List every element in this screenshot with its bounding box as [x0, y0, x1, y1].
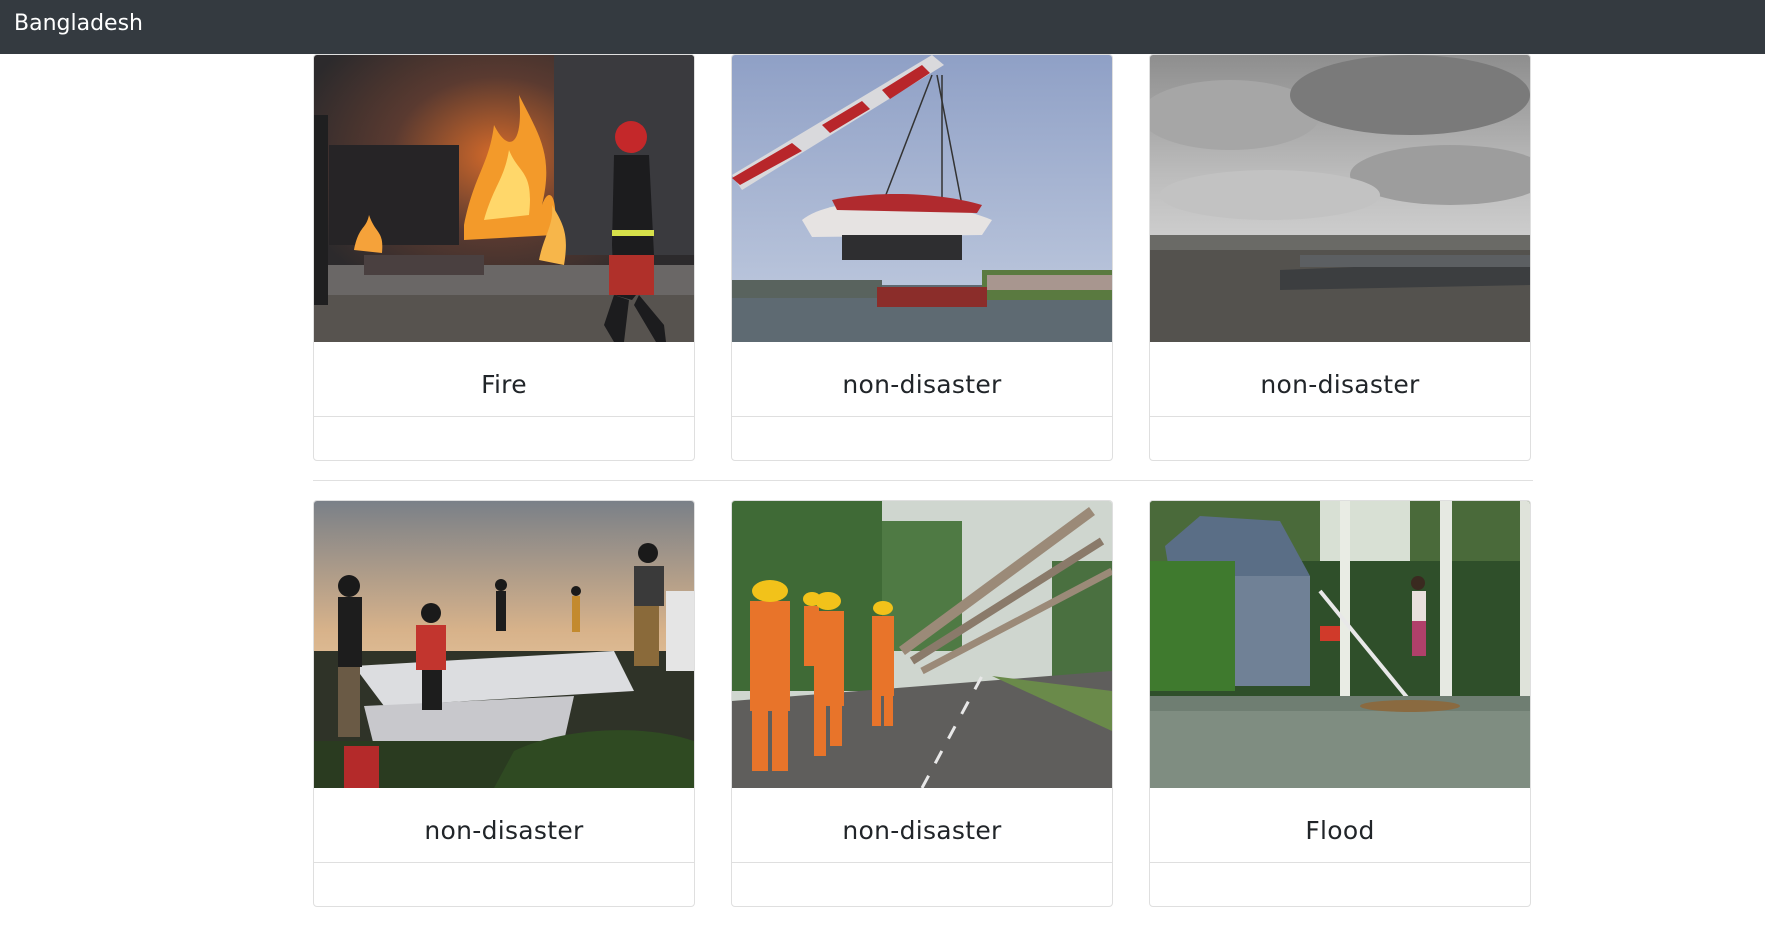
sunset-people-image [314, 501, 694, 788]
card-body: non-disaster [1150, 342, 1530, 417]
card-body: non-disaster [732, 342, 1112, 417]
card-body: non-disaster [732, 788, 1112, 863]
card-1: Fire [313, 54, 695, 461]
card-body: Flood [1150, 788, 1530, 863]
card-footer [314, 417, 694, 460]
card-title: Fire [481, 370, 527, 399]
card-title: non-disaster [842, 370, 1002, 399]
card-footer [314, 863, 694, 906]
card-footer [1150, 417, 1530, 460]
card-title: Flood [1305, 816, 1375, 845]
boat-crane-image [732, 55, 1112, 342]
card-footer [732, 417, 1112, 460]
card-3: non-disaster [1149, 54, 1531, 461]
fire-scene-image [314, 55, 694, 342]
card-body: Fire [314, 342, 694, 417]
navbar: Bangladesh [0, 0, 1765, 54]
card-footer [732, 863, 1112, 906]
river-clouds-image [1150, 55, 1530, 342]
card-title: non-disaster [842, 816, 1002, 845]
card-5: non-disaster [731, 500, 1113, 907]
card-footer [1150, 863, 1530, 906]
card-2: non-disaster [731, 54, 1113, 461]
card-title: non-disaster [1260, 370, 1420, 399]
rescue-workers-image [732, 501, 1112, 788]
flooded-house-image [1150, 501, 1530, 788]
navbar-brand[interactable]: Bangladesh [14, 0, 143, 54]
card-title: non-disaster [424, 816, 584, 845]
card-4: non-disaster [313, 500, 695, 907]
row-divider [313, 480, 1533, 481]
card-body: non-disaster [314, 788, 694, 863]
card-6: Flood [1149, 500, 1531, 907]
